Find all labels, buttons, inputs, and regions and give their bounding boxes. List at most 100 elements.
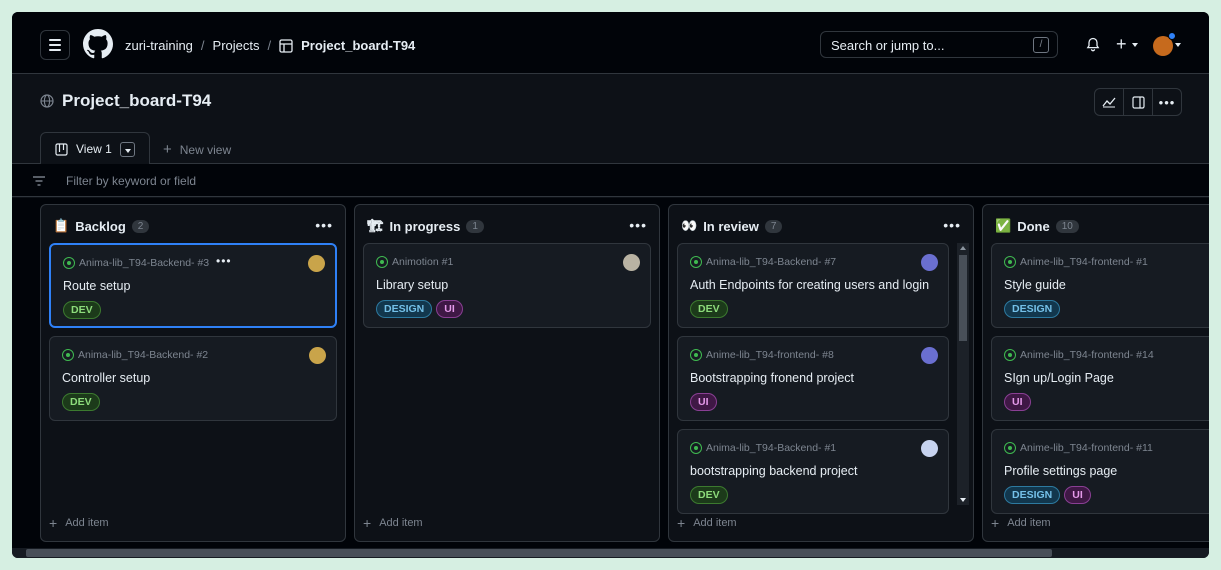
menu-button[interactable] — [40, 30, 70, 60]
card-ref[interactable]: Anime-lib_T94-frontend- #1 — [1004, 256, 1148, 268]
breadcrumb-project[interactable]: Project_board-T94 — [301, 38, 415, 53]
filter-bar[interactable]: Filter by keyword or field — [12, 164, 1209, 197]
card-labels: DESIGN UI — [376, 300, 463, 318]
column-backlog: 📋 Backlog 2 ••• Anima-lib_T94-Backend- #… — [40, 204, 346, 542]
card[interactable]: Anima-lib_T94-Backend- #3 ••• Route setu… — [49, 243, 337, 328]
card-ref[interactable]: Anima-lib_T94-Backend- #7 — [690, 256, 836, 268]
item-count: 1 — [466, 219, 484, 233]
chevron-down-icon[interactable] — [1175, 43, 1181, 47]
column-menu-icon[interactable]: ••• — [943, 217, 961, 233]
label-dev[interactable]: DEV — [690, 486, 728, 504]
side-panel-icon[interactable] — [1124, 89, 1153, 115]
filter-input[interactable]: Filter by keyword or field — [66, 174, 196, 188]
card-ref-text: Anime-lib_T94-frontend- #11 — [1020, 442, 1153, 454]
card-ref[interactable]: Animotion #1 — [376, 256, 453, 268]
card[interactable]: Anime-lib_T94-frontend- #1 Style guide D… — [991, 243, 1209, 328]
assignee-avatar[interactable] — [921, 440, 938, 457]
add-item-label: Add item — [379, 517, 423, 529]
card[interactable]: Anima-lib_T94-Backend- #7 Auth Endpoints… — [677, 243, 949, 328]
card-ref[interactable]: Anime-lib_T94-frontend- #8 — [690, 349, 834, 361]
card-title[interactable]: Auth Endpoints for creating users and lo… — [690, 278, 929, 292]
card-ref[interactable]: Anime-lib_T94-frontend- #11 — [1004, 442, 1153, 454]
tab-view-1[interactable]: View 1 — [40, 132, 150, 165]
assignee-avatar[interactable] — [921, 254, 938, 271]
scroll-up-icon[interactable] — [960, 246, 966, 250]
assignee-avatar[interactable] — [308, 255, 325, 272]
column-header: 👀 In review 7 — [681, 218, 783, 234]
assignee-avatar[interactable] — [623, 254, 640, 271]
assignee-avatar[interactable] — [309, 347, 326, 364]
add-item-button[interactable]: + Add item — [49, 515, 109, 531]
label-dev[interactable]: DEV — [690, 300, 728, 318]
clipboard-icon: 📋 — [53, 218, 70, 233]
scroll-down-icon[interactable] — [960, 498, 966, 502]
card-ref-text: Anime-lib_T94-frontend- #8 — [706, 349, 834, 361]
card-title[interactable]: Controller setup — [62, 371, 150, 385]
label-design[interactable]: DESIGN — [1004, 300, 1061, 318]
card-title[interactable]: Profile settings page — [1004, 464, 1117, 478]
create-new-icon[interactable]: + — [1116, 34, 1127, 55]
more-options-icon[interactable]: ••• — [1153, 89, 1181, 115]
card[interactable]: Anime-lib_T94-frontend- #8 Bootstrapping… — [677, 336, 949, 421]
card-title[interactable]: Bootstrapping fronend project — [690, 371, 854, 385]
label-ui[interactable]: UI — [690, 393, 717, 411]
add-item-label: Add item — [1007, 517, 1051, 529]
column-menu-icon[interactable]: ••• — [315, 217, 333, 233]
breadcrumb-org[interactable]: zuri-training — [125, 38, 193, 53]
card-title[interactable]: SIgn up/Login Page — [1004, 371, 1114, 385]
add-item-button[interactable]: + Add item — [991, 515, 1051, 531]
item-count: 10 — [1055, 219, 1079, 233]
user-avatar[interactable] — [1153, 32, 1176, 56]
add-item-label: Add item — [65, 517, 109, 529]
eyes-icon: 👀 — [681, 218, 698, 233]
breadcrumb-projects[interactable]: Projects — [213, 38, 260, 53]
card-ref[interactable]: Anima-lib_T94-Backend- #1 — [690, 442, 836, 454]
chevron-down-icon[interactable] — [1132, 43, 1138, 47]
card[interactable]: Animotion #1 Library setup DESIGN UI — [363, 243, 651, 328]
column-in-review: 👀 In review 7 ••• Anima-lib_T94-Backend-… — [668, 204, 974, 542]
label-dev[interactable]: DEV — [62, 393, 100, 411]
view-options-dropdown[interactable] — [119, 141, 135, 157]
search-input[interactable]: Search or jump to... / — [820, 31, 1058, 58]
add-item-button[interactable]: + Add item — [363, 515, 423, 531]
label-ui[interactable]: UI — [436, 300, 463, 318]
card-title[interactable]: Route setup — [63, 279, 130, 293]
label-dev[interactable]: DEV — [63, 301, 101, 319]
card[interactable]: Anime-lib_T94-frontend- #14 SIgn up/Logi… — [991, 336, 1209, 421]
board-horizontal-scrollbar[interactable] — [12, 548, 1209, 558]
card[interactable]: Anima-lib_T94-Backend- #1 bootstrapping … — [677, 429, 949, 514]
column-in-progress: 🏗 In progress 1 ••• Animotion #1 Library… — [354, 204, 660, 542]
tab-label: View 1 — [76, 142, 112, 156]
card[interactable]: Anime-lib_T94-frontend- #11 Profile sett… — [991, 429, 1209, 514]
issue-open-icon — [376, 256, 388, 268]
card-ref-text: Anima-lib_T94-Backend- #7 — [706, 256, 837, 268]
label-design[interactable]: DESIGN — [1004, 486, 1061, 504]
github-logo-icon[interactable] — [83, 29, 113, 59]
card-ref[interactable]: Anime-lib_T94-frontend- #14 — [1004, 349, 1154, 361]
assignee-avatar[interactable] — [921, 347, 938, 364]
app-window: zuri-training / Projects / Project_board… — [12, 12, 1209, 558]
card-menu-icon[interactable]: ••• — [216, 254, 232, 268]
plus-icon: + — [363, 515, 372, 531]
add-item-button[interactable]: + Add item — [677, 515, 737, 531]
column-menu-icon[interactable]: ••• — [629, 217, 647, 233]
notifications-bell-icon[interactable] — [1086, 37, 1100, 52]
card-ref[interactable]: Anima-lib_T94-Backend- #2 — [62, 349, 208, 361]
column-scrollbar[interactable] — [957, 243, 969, 505]
card-labels: DEV — [690, 300, 728, 318]
label-ui[interactable]: UI — [1064, 486, 1091, 504]
card-title[interactable]: bootstrapping backend project — [690, 464, 857, 478]
scrollbar-thumb[interactable] — [26, 549, 1052, 557]
card-title[interactable]: Library setup — [376, 278, 448, 292]
label-ui[interactable]: UI — [1004, 393, 1031, 411]
status-dot — [1168, 32, 1176, 40]
card[interactable]: Anima-lib_T94-Backend- #2 Controller set… — [49, 336, 337, 421]
scrollbar-thumb[interactable] — [959, 255, 967, 341]
card-title[interactable]: Style guide — [1004, 278, 1066, 292]
insights-chart-icon[interactable] — [1095, 89, 1124, 115]
label-design[interactable]: DESIGN — [376, 300, 433, 318]
new-view-button[interactable]: + New view — [163, 141, 231, 158]
card-ref[interactable]: Anima-lib_T94-Backend- #3 — [63, 257, 209, 269]
column-title: In review — [703, 218, 759, 234]
issue-open-icon — [1004, 349, 1016, 361]
